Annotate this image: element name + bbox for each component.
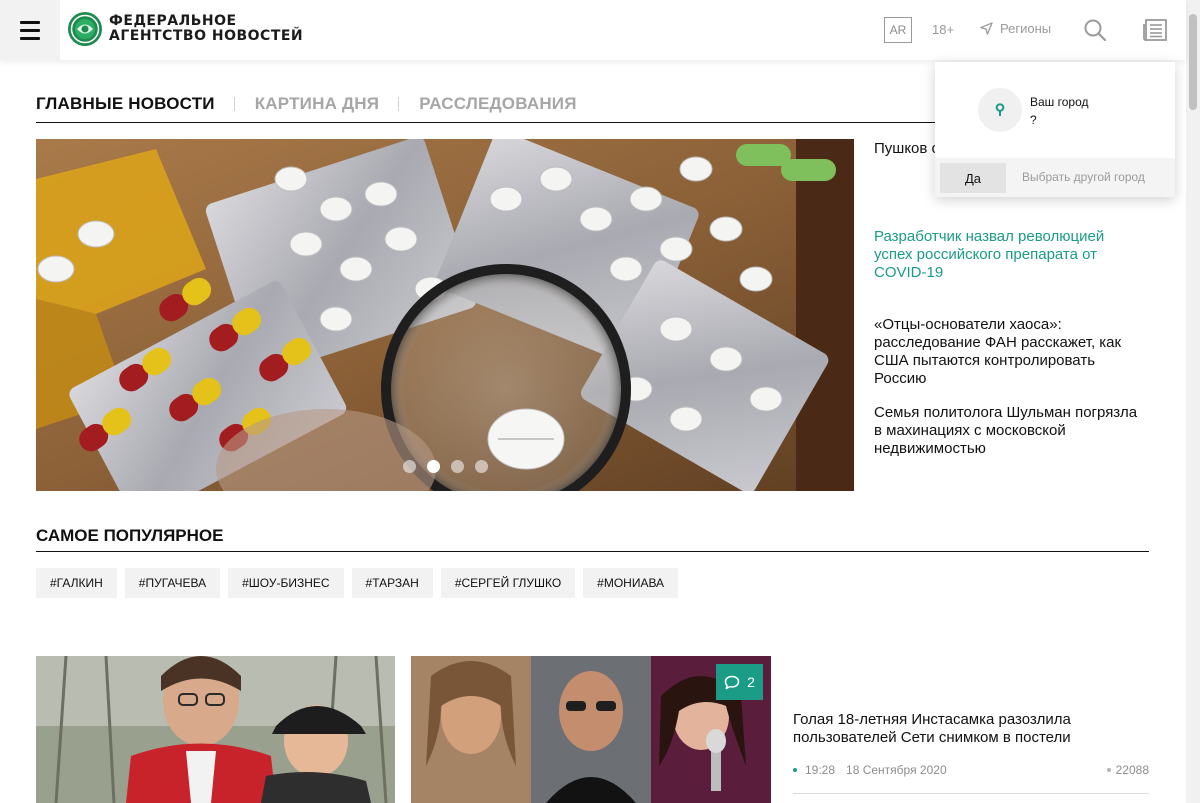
newspaper-icon[interactable] <box>1143 19 1167 41</box>
tab-picture-of-day[interactable]: КАРТИНА ДНЯ <box>255 94 400 114</box>
choose-other-city-link[interactable]: Выбрать другой город <box>1022 170 1145 184</box>
regions-label: Регионы <box>1000 21 1052 36</box>
couple-photo-illustration <box>36 656 395 803</box>
location-pin-icon <box>978 88 1022 132</box>
meta-dot-icon <box>793 768 797 772</box>
popular-tags: #ГАЛКИН #ПУГАЧЕВА #ШОУ-БИЗНЕС #ТАРЗАН #С… <box>36 568 679 598</box>
article-divider <box>793 793 1149 794</box>
comments-count: 2 <box>747 674 755 690</box>
article-meta: 19:28 18 Сентября 2020 22088 <box>793 763 1149 777</box>
news-item-covid-drug[interactable]: Разработчик назвал революцией успех росс… <box>874 228 1144 282</box>
menu-icon-line <box>20 28 40 32</box>
tab-main-news[interactable]: ГЛАВНЫЕ НОВОСТИ <box>36 94 235 114</box>
slider-dot-1[interactable] <box>403 460 416 473</box>
city-question: Ваш город ? <box>1030 93 1089 129</box>
article-title-link[interactable]: Голая 18-летняя Инстасамка разозлила пол… <box>793 711 1149 747</box>
menu-button[interactable] <box>0 0 60 60</box>
hero-slider-image[interactable] <box>36 139 854 491</box>
tag-pugacheva[interactable]: #ПУГАЧЕВА <box>124 568 221 598</box>
views-dot-icon <box>1106 768 1111 772</box>
menu-icon-line <box>20 36 40 40</box>
logo-line-2: АГЕНТСТВО НОВОСТЕЙ <box>109 28 304 44</box>
comments-badge[interactable]: 2 <box>716 664 763 700</box>
article-date: 18 Сентября 2020 <box>846 763 947 777</box>
slider-dot-2[interactable] <box>427 460 440 473</box>
city-question-line-1: Ваш город <box>1030 95 1089 109</box>
logo-line-1: ФЕДЕРАЛЬНОЕ <box>109 13 237 29</box>
pills-photo-illustration <box>36 139 854 491</box>
site-logo[interactable]: ФЕДЕРАЛЬНОЕ АГЕНТСТВО НОВОСТЕЙ <box>67 11 303 47</box>
confirm-city-button[interactable]: Да <box>940 163 1006 193</box>
logo-wordmark: ФЕДЕРАЛЬНОЕ АГЕНТСТВО НОВОСТЕЙ <box>109 14 303 44</box>
article-time: 19:28 <box>805 763 836 777</box>
regions-button[interactable]: Регионы <box>980 21 1051 36</box>
city-popup-actions: Да Выбрать другой город <box>935 158 1175 197</box>
news-item-shulman[interactable]: Семья политолога Шульман погрязла в махи… <box>874 404 1144 458</box>
comment-bubble-icon <box>724 675 740 689</box>
logo-emblem-icon <box>68 12 102 46</box>
tag-sergey-glushko[interactable]: #СЕРГЕЙ ГЛУШКО <box>440 568 576 598</box>
tag-moniava[interactable]: #МОНИАВА <box>583 568 679 598</box>
scrollbar-thumb[interactable] <box>1189 14 1197 110</box>
news-card-image-couple[interactable] <box>36 656 395 803</box>
city-confirm-popup: Ваш город ? Да Выбрать другой город <box>935 62 1175 197</box>
slider-dot-3[interactable] <box>451 460 464 473</box>
popular-article: Голая 18-летняя Инстасамка разозлила пол… <box>793 711 1149 794</box>
article-views: 22088 <box>1106 763 1149 777</box>
navigation-arrow-icon <box>980 22 993 35</box>
search-icon[interactable] <box>1084 19 1106 41</box>
tag-galkin[interactable]: #ГАЛКИН <box>36 568 117 598</box>
tab-investigations[interactable]: РАССЛЕДОВАНИЯ <box>419 94 596 114</box>
tag-tarzan[interactable]: #ТАРЗАН <box>351 568 433 598</box>
page-scrollbar[interactable] <box>1186 0 1200 803</box>
tag-show-business[interactable]: #ШОУ-БИЗНЕС <box>228 568 344 598</box>
slider-dots <box>403 460 488 473</box>
site-header: ФЕДЕРАЛЬНОЕ АГЕНТСТВО НОВОСТЕЙ AR 18+ Ре… <box>0 0 1186 60</box>
slider-dot-4[interactable] <box>475 460 488 473</box>
menu-icon-line <box>20 20 40 24</box>
news-card-image-celebrities[interactable]: 2 <box>411 656 771 803</box>
article-views-count: 22088 <box>1115 763 1149 777</box>
age-rating-label: 18+ <box>932 22 955 37</box>
city-question-line-2: ? <box>1030 113 1037 127</box>
popular-section-title: САМОЕ ПОПУЛЯРНОЕ <box>36 526 1149 552</box>
ar-button[interactable]: AR <box>884 17 912 43</box>
news-item-founding-fathers[interactable]: «Отцы-основатели хаоса»: расследование Ф… <box>874 316 1144 388</box>
